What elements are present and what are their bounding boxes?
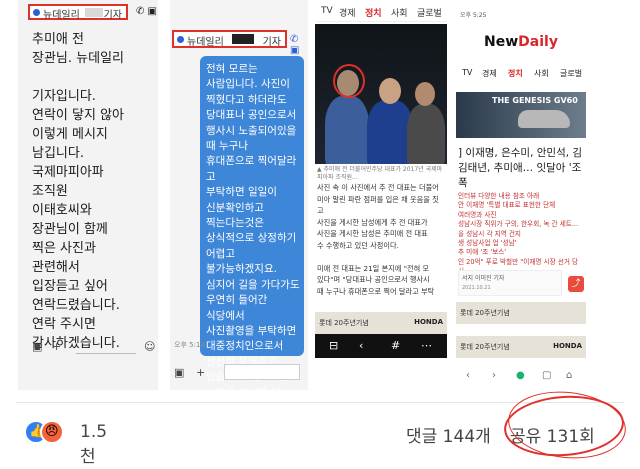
article-date: 2021.10.21: [462, 285, 491, 291]
home-icon[interactable]: ●: [516, 370, 525, 381]
nav-economy[interactable]: 경제: [482, 68, 497, 79]
ad-text: 롯데 20주년기념: [460, 343, 510, 351]
nav-society: 사회: [391, 9, 408, 19]
ad-banner-2[interactable]: 롯데 20주년기념 HONDA: [456, 336, 586, 358]
status-bar: 오후 5:25: [456, 10, 586, 22]
chat-screenshot-2[interactable]: 뉴데일리 기자 ✆ ▣ 전혀 모르는 사람입니다. 사진이 찍혔다고 하더라도 …: [170, 0, 308, 414]
redacted-name: [85, 8, 103, 17]
forward-icon[interactable]: ›: [492, 370, 496, 381]
nav-global: 글로벌: [417, 9, 442, 19]
sender-tag: 기자: [103, 10, 122, 21]
sender-tag: 기자: [262, 37, 281, 48]
site-logo[interactable]: NewDaily: [456, 34, 586, 50]
reporter-name: 서지 이미진 기자: [462, 275, 505, 282]
ad-brand: HONDA: [553, 342, 582, 350]
status-time: 오후 5:25: [460, 12, 487, 19]
nav-tv[interactable]: TV: [462, 68, 472, 77]
message-time: 오후 5:14: [174, 341, 205, 349]
profile-dot-icon: [177, 36, 184, 43]
chat-header: 뉴데일리 기자 ✆ ▣: [18, 0, 158, 24]
share-icon[interactable]: ⤴: [568, 276, 584, 292]
related-articles-list[interactable]: 인터뷰 다양한 내용 참조 아래 안 이재명 '특별 대표로 표현한 단체 여러…: [458, 192, 584, 277]
person-figure-1: [325, 96, 369, 164]
redacted-name: [232, 34, 254, 44]
blurred-face-3: [415, 82, 435, 106]
ad-banner-1[interactable]: 롯데 20주년기념: [456, 302, 586, 324]
ad-banner[interactable]: 롯데 20주년기념 HONDA: [315, 312, 447, 334]
plus-icon: +: [196, 366, 206, 379]
sender-name-highlight: 뉴데일리 기자: [172, 30, 287, 48]
camera-icon: ▣: [32, 340, 43, 353]
chat-input-bar: ▣ +: [174, 364, 304, 384]
nav-economy: 경제: [339, 9, 356, 19]
section-nav: TV 경제 정치 사회 글로벌: [456, 66, 586, 84]
byline-box: 서지 이미진 기자 2021.10.21: [458, 270, 562, 296]
plus-icon: +: [52, 340, 62, 353]
nav-tv: TV: [321, 6, 333, 16]
camera-icon: ▣: [174, 366, 185, 379]
chat-input-bar: ▣ + ☺: [32, 338, 158, 358]
back-icon[interactable]: ‹: [466, 370, 470, 381]
ad-text: 롯데 20주년기념: [460, 309, 510, 317]
more-icon[interactable]: ⋯: [421, 339, 432, 352]
bottom-toolbar: ⊟ ‹ # ⋯: [315, 334, 447, 358]
article-photo: [315, 24, 447, 164]
comments-count[interactable]: 댓글 144개: [406, 422, 491, 447]
ad-text: 롯데 20주년기념: [319, 319, 369, 327]
nav-global[interactable]: 글로벌: [560, 68, 582, 79]
post-container: 뉴데일리 기자 ✆ ▣ 추미애 전 장관님. 뉴데일리 기자입니다. 연락이 닿…: [0, 0, 640, 469]
call-icons: ✆ ▣: [136, 6, 158, 17]
section-nav: TV 경제 정치 사회 글로벌: [315, 0, 447, 22]
newdaily-site-screenshot[interactable]: 오후 5:25 NewDaily TV 경제 정치 사회 글로벌 THE GEN…: [456, 0, 586, 390]
hashtag-icon[interactable]: #: [391, 339, 400, 352]
back-icon[interactable]: ‹: [359, 339, 363, 352]
article-body: 사진 속 이 사진에서 추 전 대표는 더불어 미아 말린 파란 점퍼를 입은 …: [317, 183, 439, 296]
car-image: [518, 110, 570, 128]
car-ad-banner[interactable]: THE GENESIS GV60: [456, 92, 586, 138]
logo-main: New: [484, 34, 519, 50]
face-2: [379, 78, 401, 104]
chat-header: 뉴데일리 기자 ✆ ▣: [170, 26, 308, 56]
browser-toolbar: ‹ › ● ▢ ⌂: [456, 368, 586, 386]
chat-screenshot-1[interactable]: 뉴데일리 기자 ✆ ▣ 추미애 전 장관님. 뉴데일리 기자입니다. 연락이 닿…: [18, 0, 158, 390]
sender-name: 뉴데일리: [43, 10, 80, 21]
reaction-count: 1.5천: [80, 422, 108, 467]
sender-name-highlight: 뉴데일리 기자: [28, 4, 128, 21]
logo-accent: Daily: [518, 34, 558, 50]
person-figure-3: [407, 104, 445, 164]
news-article-screenshot[interactable]: TV 경제 정치 사회 글로벌 ▲ 추미애 전 더불어민주당 대표가 2017년…: [315, 0, 447, 390]
nav-society[interactable]: 사회: [534, 68, 549, 79]
nav-politics: 정치: [365, 9, 382, 19]
reply-bubble: 전혀 모르는 사람입니다. 사진이 찍혔다고 하더라도 당대표나 공인으로서 행…: [200, 56, 304, 414]
sender-name: 뉴데일리: [187, 37, 224, 48]
sticker-icon: ☺: [144, 340, 156, 353]
menu-icon[interactable]: ⊟: [329, 339, 338, 352]
angry-reaction-icon: [40, 420, 64, 444]
article-headline: ] 이재명, 은수미, 안민석, 김 김태년, 추미애… 잇달아 '조폭: [458, 147, 583, 189]
chat-message: 추미애 전 장관님. 뉴데일리 기자입니다. 연락이 닿지 않아 이렇게 메시지…: [32, 32, 124, 351]
more-icon[interactable]: ⌂: [566, 370, 572, 381]
tab-icon[interactable]: ▢: [542, 370, 551, 381]
ad-brand: HONDA: [414, 318, 443, 326]
nav-politics[interactable]: 정치: [508, 68, 523, 79]
call-icons: ✆ ▣: [290, 34, 300, 56]
banner-text: THE GENESIS GV60: [492, 96, 578, 105]
message-input: [224, 364, 300, 380]
profile-dot-icon: [33, 9, 40, 16]
message-input: [76, 340, 136, 354]
photo-caption: ▲ 추미애 전 더불어민주당 대표가 2017년 국제마피아파 조직원...: [317, 166, 443, 181]
shares-highlight-circle-2: [504, 386, 630, 464]
face-highlight-circle: [333, 64, 365, 98]
